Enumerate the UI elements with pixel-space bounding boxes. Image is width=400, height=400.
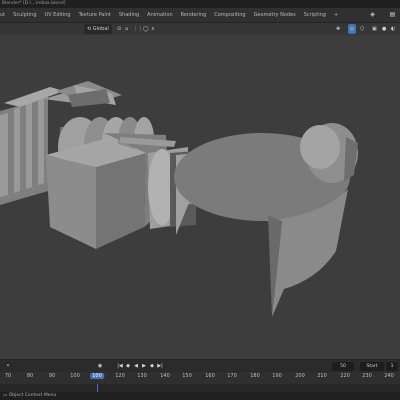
visibility-icon[interactable]: ✥ [336, 24, 340, 34]
snap-settings-icon[interactable]: ⋮⋮ [133, 24, 143, 34]
window-title-text: Blender* [D:\...\mbox.blend] [2, 1, 66, 6]
tab-rendering[interactable]: Rendering [177, 9, 211, 22]
proportional-edit-icon[interactable]: ◯ [143, 24, 149, 34]
tab-compositing[interactable]: Compositing [210, 9, 249, 22]
status-bar: ▭ Object Context Menu [0, 392, 400, 400]
playhead-frame[interactable]: 100 [90, 373, 104, 379]
ruler-tick: 180 [250, 373, 260, 379]
start-frame-field[interactable]: Start [360, 362, 384, 371]
transform-orientation-dropdown[interactable]: ⟲ Global [84, 24, 112, 34]
scene-icon[interactable]: ◈ [368, 10, 377, 19]
ruler-tick: 140 [160, 373, 170, 379]
tab-shading[interactable]: Shading [115, 9, 143, 22]
workspace-tabs-bar: ut Sculpting UV Editing Texture Paint Sh… [0, 8, 400, 23]
ruler-tick: 100 [70, 373, 80, 379]
solid-shading-icon[interactable]: ● [382, 24, 386, 34]
material-shading-icon[interactable]: ◐ [391, 24, 395, 34]
timeline-ruler[interactable]: 70 80 90 100 100 120 130 140 150 160 170… [0, 372, 400, 384]
timeline-menu-icon[interactable]: • [4, 362, 12, 370]
ruler-tick: 150 [182, 373, 192, 379]
timeline-track[interactable] [0, 384, 400, 392]
ruler-tick: 130 [137, 373, 147, 379]
prev-keyframe-icon[interactable]: ◆ [124, 362, 132, 370]
playhead-line [97, 384, 98, 392]
snap-toggle-icon[interactable]: ⌂ [125, 24, 128, 34]
tab-animation[interactable]: Animation [143, 9, 177, 22]
pivot-point-icon[interactable]: ⊙ [117, 24, 121, 34]
current-frame-field[interactable]: 50 [332, 362, 354, 371]
ruler-tick: 160 [205, 373, 215, 379]
ruler-tick: 80 [26, 373, 34, 379]
mouse-icon: ▭ [3, 393, 8, 398]
ruler-tick: 230 [362, 373, 372, 379]
ruler-tick: 210 [317, 373, 327, 379]
start-frame-value[interactable]: 1 [386, 362, 398, 371]
jump-end-icon[interactable]: ▶| [156, 362, 164, 370]
tab-layout[interactable]: ut [0, 9, 9, 22]
ruler-tick: 170 [227, 373, 237, 379]
tab-scripting[interactable]: Scripting [300, 9, 330, 22]
ruler-tick: 120 [115, 373, 125, 379]
xray-toggle-icon[interactable]: ▣ [372, 24, 377, 34]
ruler-tick: 220 [340, 373, 350, 379]
viewport-scene [0, 81, 358, 317]
ruler-tick: 200 [295, 373, 305, 379]
status-text: Object Context Menu [8, 393, 57, 398]
viewport-header: ⟲ Global ⊙ ⌂ ⋮⋮ ◯ ∧ ✥ ◎ ⬡ ▣ ● ◐ [0, 23, 400, 35]
tab-sculpting[interactable]: Sculpting [9, 9, 40, 22]
proportional-falloff-icon[interactable]: ∧ [151, 24, 155, 34]
window-title: Blender* [D:\...\mbox.blend] [0, 0, 400, 8]
next-keyframe-icon[interactable]: ◆ [148, 362, 156, 370]
add-workspace-button[interactable]: + [330, 9, 342, 22]
tab-uv-editing[interactable]: UV Editing [41, 9, 75, 22]
ruler-tick: 240 [384, 373, 394, 379]
jump-start-icon[interactable]: |◀ [116, 362, 124, 370]
ruler-tick: 190 [272, 373, 282, 379]
3d-viewport[interactable] [0, 35, 400, 359]
gizmo-toggle-icon[interactable]: ◎ [348, 24, 356, 34]
ruler-tick: 70 [4, 373, 12, 379]
timeline-controls: • ◉ |◀ ◆ ◀ ▶ ◆ ▶| 50 Start 1 [0, 359, 400, 372]
ruler-tick: 90 [48, 373, 56, 379]
overlay-toggle-icon[interactable]: ⬡ [360, 24, 364, 34]
transform-orientation-label: Global [92, 26, 109, 32]
tab-texture-paint[interactable]: Texture Paint [75, 9, 115, 22]
record-icon[interactable]: ◉ [96, 362, 104, 370]
play-reverse-icon[interactable]: ◀ [132, 362, 140, 370]
tab-geometry-nodes[interactable]: Geometry Nodes [250, 9, 300, 22]
view-layer-icon[interactable]: ▤ [388, 10, 397, 19]
play-icon[interactable]: ▶ [140, 362, 148, 370]
